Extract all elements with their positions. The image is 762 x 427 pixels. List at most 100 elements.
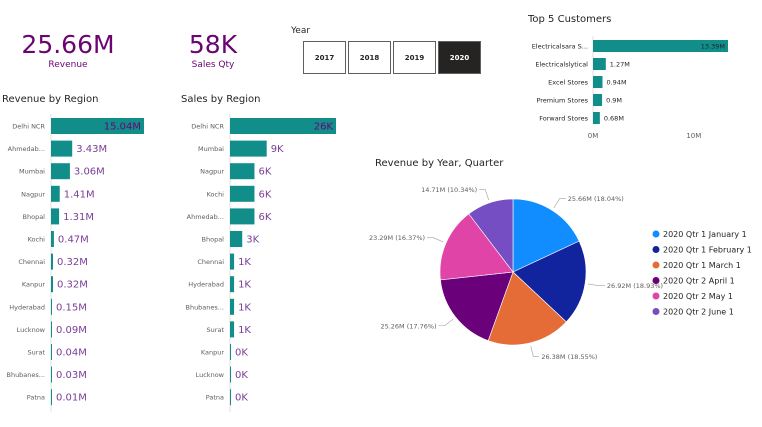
revenue-bar-mumbai[interactable] [51, 163, 70, 180]
revenue-by-year-quarter-title: Revenue by Year, Quarter [375, 158, 504, 169]
sales-category-label: Lucknow [196, 371, 225, 379]
legend-item-2020-qtr-1-march-1[interactable]: 2020 Qtr 1 March 1 [663, 261, 741, 270]
legend-item-2020-qtr-1-january-1[interactable]: 2020 Qtr 1 January 1 [663, 230, 747, 239]
sales-category-label: Ahmedab... [187, 213, 224, 221]
revenue-bar-bhubanes[interactable] [51, 366, 52, 383]
sales-qty-kpi-card: 58K Sales Qty [168, 32, 258, 70]
revenue-value-label: 3.43M [76, 144, 107, 155]
top5-value-label: 13.39M [701, 43, 725, 51]
top5-category-label: Electricalsara S... [532, 43, 588, 51]
legend-item-2020-qtr-2-june-1[interactable]: 2020 Qtr 2 June 1 [663, 308, 734, 317]
legend-item-2020-qtr-2-may-1[interactable]: 2020 Qtr 2 May 1 [663, 292, 733, 301]
top5-value-label: 1.27M [610, 61, 630, 69]
revenue-category-label: Nagpur [21, 190, 45, 198]
revenue-category-label: Patna [27, 394, 45, 402]
sales-bar-nagpur[interactable] [230, 163, 255, 180]
pie-data-label: 14.71M (10.34%) [421, 186, 477, 194]
sales-value-label: 6K [258, 189, 271, 200]
revenue-bar-chennai[interactable] [51, 253, 53, 270]
revenue-category-label: Delhi NCR [12, 123, 45, 131]
sales-category-label: Bhopal [202, 236, 225, 244]
top5-bar-electricalslytical[interactable] [593, 58, 606, 70]
sales-bar-lucknow[interactable] [230, 366, 231, 383]
legend-marker-2020-qtr-1-march-1 [652, 261, 660, 269]
revenue-value-label: 0.03M [56, 370, 87, 381]
revenue-value-label: 0.04M [56, 348, 87, 359]
pie-leader-line [427, 237, 444, 243]
pie-data-label: 25.66M (18.04%) [568, 195, 624, 203]
revenue-by-region-title: Revenue by Region [2, 94, 99, 105]
sales-value-label: 6K [258, 212, 271, 223]
revenue-value-label: 0.32M [57, 257, 88, 268]
pie-data-label: 23.29M (16.37%) [369, 234, 425, 242]
year-option-2020[interactable]: 2020 [438, 41, 481, 74]
sales-category-label: Kanpur [201, 349, 224, 357]
revenue-bar-patna[interactable] [51, 389, 52, 406]
sales-value-label: 6K [258, 167, 271, 178]
sales-by-region-chart: Delhi NCR 26K Mumbai 9K Nagpur 6K Kochi 6K Ahmed… [185, 114, 336, 412]
year-option-2018[interactable]: 2018 [348, 41, 391, 74]
sales-category-label: Mumbai [198, 145, 224, 153]
legend-marker-2020-qtr-2-june-1 [652, 308, 660, 315]
top5-category-label: Premium Stores [536, 97, 588, 105]
top5-bar-excel-stores[interactable] [593, 76, 603, 88]
top5-value-label: 0.9M [606, 97, 622, 105]
top-5-customers-title: Top 5 Customers [528, 14, 612, 25]
pie-leader-line [588, 283, 605, 286]
revenue-category-label: Mumbai [19, 168, 45, 176]
sales-bar-bhopal[interactable] [230, 231, 243, 247]
legend-item-2020-qtr-1-february-1[interactable]: 2020 Qtr 1 February 1 [663, 246, 752, 255]
sales-value-label: 1K [238, 257, 251, 268]
revenue-bar-kochi[interactable] [51, 231, 54, 247]
revenue-value-label: 0.47M [58, 235, 89, 246]
revenue-by-year-quarter-chart: 25.66M (18.04%)26.92M (18.93%)26.38M (18… [369, 186, 752, 361]
revenue-bar-kanpur[interactable] [51, 276, 53, 293]
revenue-value-label: 0.15M [56, 302, 87, 313]
sales-bar-patna[interactable] [230, 389, 231, 406]
revenue-by-region-chart: Delhi NCR 15.04M Ahmedab... 3.43M Mumbai 3.06… [6, 114, 144, 412]
top-5-customers-chart: Electricalsara S... 13.39M Electricalslyti… [532, 36, 728, 140]
pie-data-label: 25.26M (17.76%) [380, 322, 436, 330]
top5-bar-premium-stores[interactable] [593, 94, 603, 106]
sales-bar-ahmedab[interactable] [230, 208, 255, 225]
sales-value-label: 26K [314, 122, 334, 133]
sales-bar-bhubanes[interactable] [230, 298, 235, 315]
sales-bar-kochi[interactable] [230, 185, 255, 202]
sales-bar-surat[interactable] [230, 321, 235, 338]
sales-value-label: 1K [238, 302, 251, 313]
revenue-category-label: Chennai [18, 258, 45, 266]
revenue-value-label: 0.09M [56, 325, 87, 336]
sales-bar-hyderabad[interactable] [230, 276, 235, 293]
sales-bar-kanpur[interactable] [230, 344, 231, 360]
sales-value-label: 1K [238, 325, 251, 336]
revenue-value-label: 3.06M [74, 167, 105, 178]
year-option-2017[interactable]: 2017 [303, 41, 346, 74]
pie-leader-line [530, 345, 540, 357]
sales-by-region-title: Sales by Region [181, 94, 261, 105]
legend-marker-2020-qtr-1-january-1 [652, 230, 660, 238]
revenue-bar-hyderabad[interactable] [51, 298, 52, 315]
legend-marker-2020-qtr-2-may-1 [652, 292, 660, 300]
sales-value-label: 0K [235, 370, 248, 381]
legend-item-2020-qtr-2-april-1[interactable]: 2020 Qtr 2 April 1 [663, 277, 735, 286]
revenue-bar-lucknow[interactable] [51, 321, 52, 338]
top5-value-label: 0.68M [604, 115, 624, 123]
revenue-category-label: Hyderabad [9, 303, 45, 311]
revenue-bar-nagpur[interactable] [51, 185, 60, 202]
top5-bar-forward-stores[interactable] [593, 112, 600, 124]
revenue-bar-bhopal[interactable] [51, 208, 60, 225]
year-option-2019[interactable]: 2019 [393, 41, 436, 74]
revenue-kpi-card: 25.66M Revenue [18, 32, 118, 70]
top5-value-label: 0.94M [606, 79, 626, 87]
sales-category-label: Delhi NCR [191, 123, 224, 131]
sales-category-label: Patna [206, 394, 224, 402]
sales-bar-mumbai[interactable] [230, 140, 267, 157]
sales-bar-chennai[interactable] [230, 253, 235, 270]
sales-qty-kpi-value: 58K [188, 30, 238, 59]
revenue-kpi-label: Revenue [48, 60, 88, 70]
year-slicer: 2017 2018 2019 2020 [303, 41, 483, 74]
revenue-bar-ahmedab[interactable] [51, 140, 73, 157]
revenue-bar-surat[interactable] [51, 344, 52, 360]
top5-category-label: Excel Stores [548, 79, 588, 87]
revenue-category-label: Lucknow [17, 326, 46, 334]
